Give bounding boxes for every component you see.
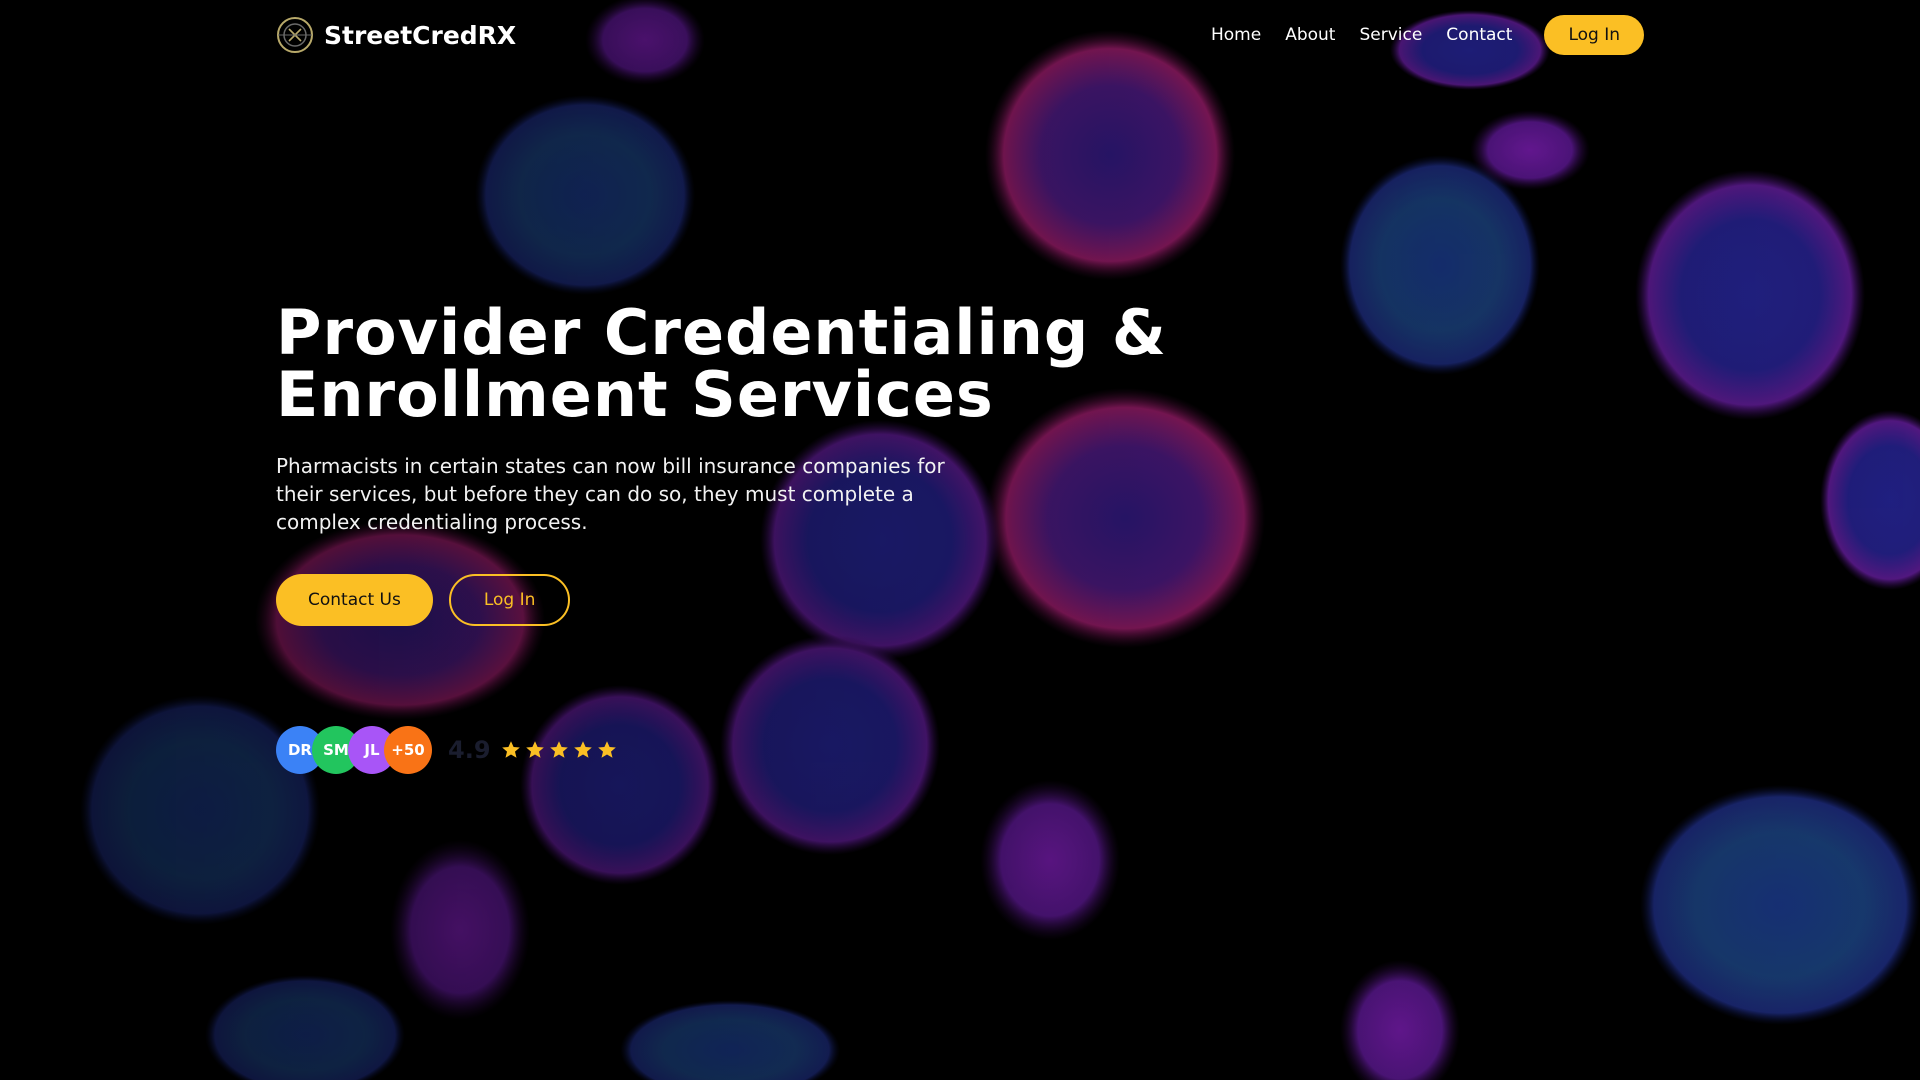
rating-stars [501, 740, 617, 760]
star-icon [597, 741, 616, 758]
star-icon [525, 741, 544, 758]
hero-login-button[interactable]: Log In [448, 574, 571, 626]
hero-content: Provider Credentialing & Enrollment Serv… [276, 302, 1276, 774]
star-icon [501, 741, 520, 758]
nav-right: Home About Service Contact Log In [1211, 15, 1644, 55]
avatar-more-count: +50 [384, 726, 432, 774]
nav-link-contact[interactable]: Contact [1446, 25, 1512, 45]
nav-link-home[interactable]: Home [1211, 25, 1261, 45]
rating-score: 4.9 [448, 736, 491, 764]
globe-pill-logo-icon [277, 17, 313, 53]
brand[interactable]: StreetCredRX [276, 16, 516, 54]
star-icon [573, 741, 592, 758]
nav-link-about[interactable]: About [1285, 25, 1335, 45]
nav-links: Home About Service Contact [1211, 25, 1512, 45]
contact-us-button[interactable]: Contact Us [276, 574, 433, 626]
nav-login-button[interactable]: Log In [1544, 15, 1644, 55]
star-icon [549, 741, 568, 758]
nav-link-service[interactable]: Service [1359, 25, 1422, 45]
social-proof: DR SM JL +50 4.9 [276, 726, 1276, 774]
cta-buttons: Contact Us Log In [276, 574, 1276, 626]
top-navbar: StreetCredRX Home About Service Contact … [276, 14, 1644, 56]
hero-section: StreetCredRX Home About Service Contact … [0, 0, 1920, 1080]
hero-title-line-2: Enrollment Services [276, 358, 994, 431]
avatar-group: DR SM JL +50 [276, 726, 432, 774]
brand-name: StreetCredRX [324, 20, 517, 50]
hero-subtitle: Pharmacists in certain states can now bi… [276, 454, 945, 534]
hero-title: Provider Credentialing & Enrollment Serv… [276, 302, 1276, 426]
